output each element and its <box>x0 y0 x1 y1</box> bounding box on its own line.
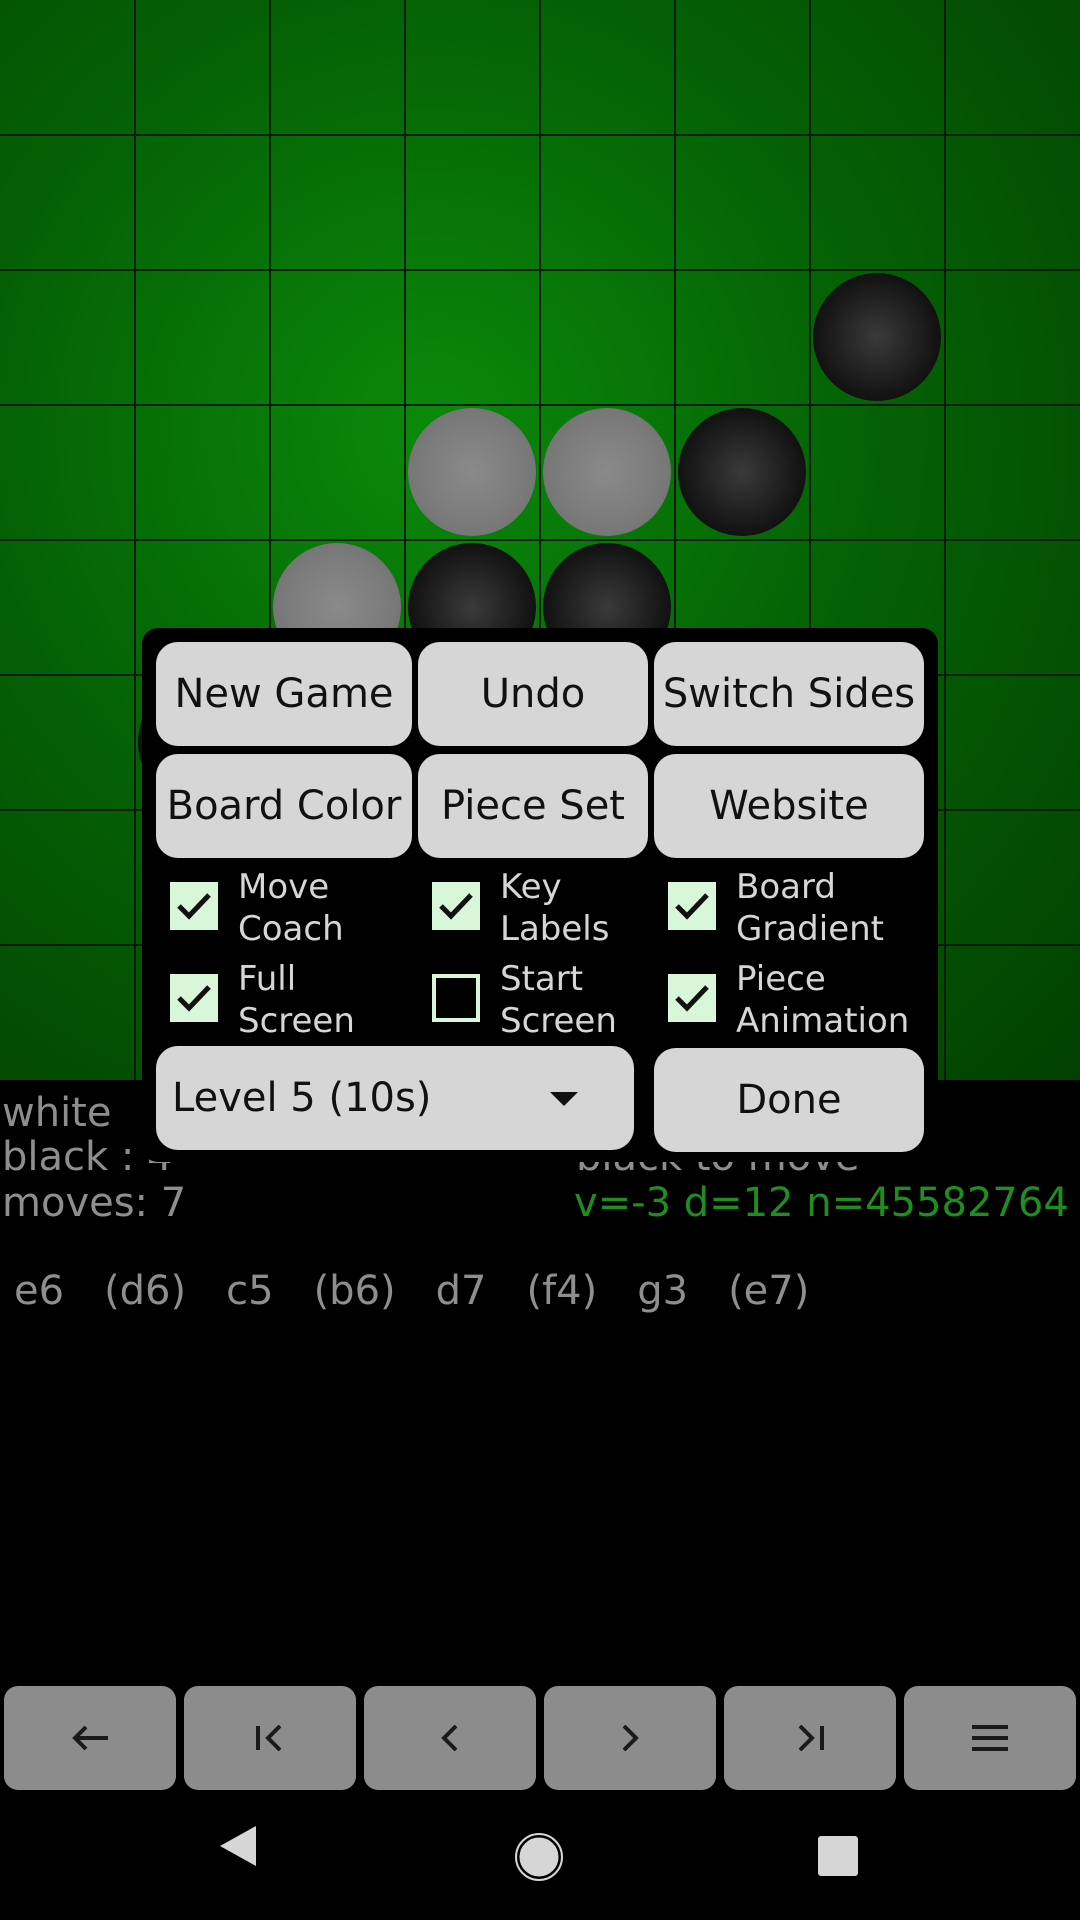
start-screen-label-line2: Screen <box>500 1001 617 1041</box>
move-item[interactable]: d7 <box>436 1268 487 1314</box>
piece-animation-label: Piece Animation <box>736 958 909 1042</box>
previous-move-button[interactable] <box>364 1686 536 1790</box>
skip-to-start-icon <box>256 1724 282 1752</box>
level-select-value: Level 5 (10s) <box>172 1075 432 1121</box>
system-back-icon[interactable] <box>216 1822 260 1870</box>
move-item[interactable]: (e7) <box>728 1268 809 1314</box>
start-screen-label-line1: Start <box>500 959 584 999</box>
switch-sides-button[interactable]: Switch Sides <box>654 642 924 746</box>
checkmark-icon <box>675 893 709 920</box>
moves-count-label: moves: 7 <box>2 1180 187 1226</box>
options-dialog: New Game Undo Switch Sides Board Color P… <box>142 628 938 1162</box>
move-coach-checkbox[interactable] <box>170 882 218 930</box>
full-screen-label: Full Screen <box>238 958 355 1042</box>
checkmark-icon <box>675 985 709 1012</box>
move-item[interactable]: e6 <box>14 1268 64 1314</box>
key-labels-checkbox[interactable] <box>432 882 480 930</box>
piece-animation-checkbox[interactable] <box>668 974 716 1022</box>
key-labels-label-line2: Labels <box>500 909 610 949</box>
key-labels-label: Key Labels <box>500 866 609 950</box>
checkmark-icon <box>439 893 473 920</box>
move-item[interactable]: (f4) <box>526 1268 597 1314</box>
dropdown-caret-icon <box>550 1092 578 1106</box>
new-game-button[interactable]: New Game <box>156 642 412 746</box>
board-gradient-label-line2: Gradient <box>736 909 884 949</box>
move-item[interactable]: (b6) <box>314 1268 396 1314</box>
white-piece <box>408 408 536 536</box>
board-gradient-checkbox[interactable] <box>668 882 716 930</box>
last-move-button[interactable] <box>724 1686 896 1790</box>
key-labels-label-line1: Key <box>500 867 562 907</box>
white-score-label: white <box>2 1090 112 1136</box>
start-screen-checkbox[interactable] <box>432 974 480 1022</box>
engine-eval-readout: v=-3 d=12 n=45582764 <box>574 1180 1069 1226</box>
checkmark-icon <box>177 985 211 1012</box>
piece-set-button[interactable]: Piece Set <box>418 754 648 858</box>
white-piece <box>543 408 671 536</box>
piece-animation-label-line1: Piece <box>736 959 826 999</box>
first-move-button[interactable] <box>184 1686 356 1790</box>
next-move-button[interactable] <box>544 1686 716 1790</box>
chevron-left-icon <box>441 1724 458 1752</box>
board-color-button[interactable]: Board Color <box>156 754 412 858</box>
board-gradient-label-line1: Board <box>736 867 836 907</box>
black-piece <box>678 408 806 536</box>
hamburger-menu-icon <box>972 1725 1008 1751</box>
checkmark-icon <box>177 893 211 920</box>
move-coach-label-line2: Coach <box>238 909 344 949</box>
piece-animation-label-line2: Animation <box>736 1001 910 1041</box>
board-gradient-label: Board Gradient <box>736 866 884 950</box>
menu-button[interactable] <box>904 1686 1076 1790</box>
start-screen-label: Start Screen <box>500 958 617 1042</box>
full-screen-label-line1: Full <box>238 959 297 999</box>
website-button[interactable]: Website <box>654 754 924 858</box>
full-screen-label-line2: Screen <box>238 1001 355 1041</box>
arrow-left-icon <box>72 1725 108 1751</box>
board-gridline <box>0 539 1080 541</box>
move-coach-label: Move Coach <box>238 866 344 950</box>
move-coach-label-line1: Move <box>238 867 330 907</box>
level-select[interactable]: Level 5 (10s) <box>156 1046 634 1150</box>
undo-button[interactable]: Undo <box>418 642 648 746</box>
move-list: e6 (d6) c5 (b6) d7 (f4) g3 (e7) <box>14 1268 849 1314</box>
done-button[interactable]: Done <box>654 1048 924 1152</box>
move-item[interactable]: (d6) <box>104 1268 186 1314</box>
chevron-right-icon <box>622 1724 639 1752</box>
move-item[interactable]: g3 <box>637 1268 688 1314</box>
full-screen-checkbox[interactable] <box>170 974 218 1022</box>
black-piece <box>813 273 941 401</box>
skip-to-end-icon <box>798 1724 824 1752</box>
move-item[interactable]: c5 <box>226 1268 273 1314</box>
system-recents-icon[interactable] <box>818 1836 858 1876</box>
system-home-icon[interactable] <box>514 1832 564 1882</box>
board-gridline <box>944 0 946 1080</box>
back-arrow-button[interactable] <box>4 1686 176 1790</box>
